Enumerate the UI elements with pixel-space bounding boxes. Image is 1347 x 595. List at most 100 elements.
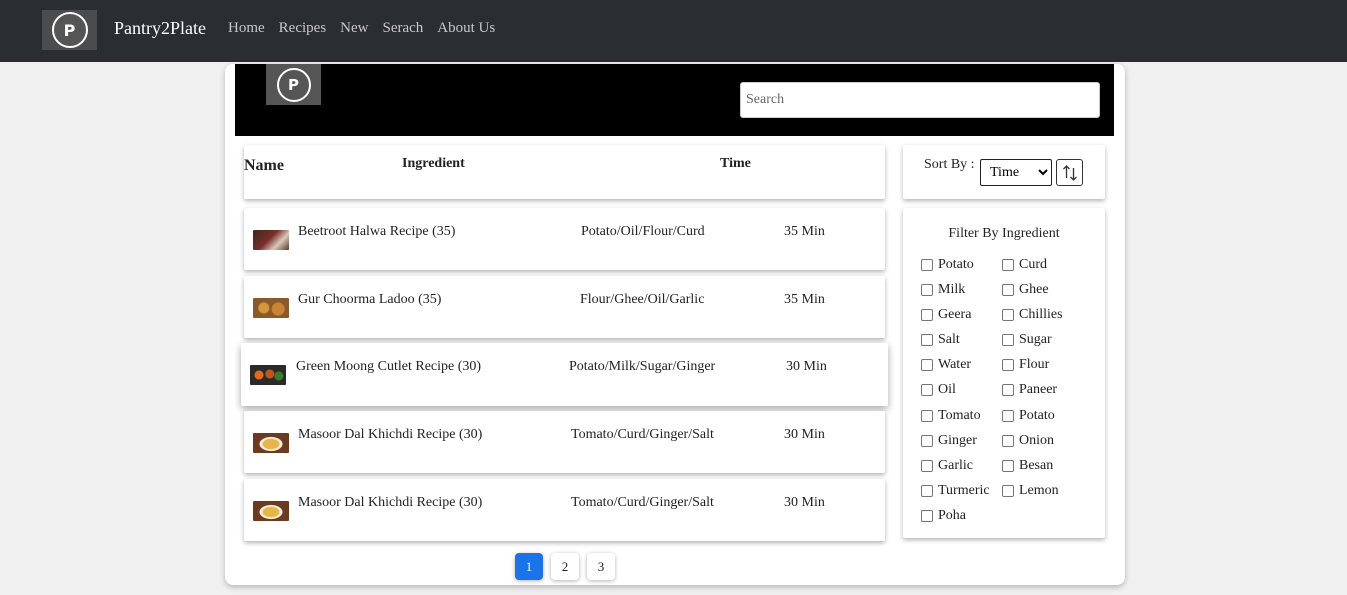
checkbox[interactable] (1002, 410, 1014, 422)
filter-checkbox-turmeric[interactable]: Turmeric (921, 483, 990, 499)
filter-label: Flour (1019, 357, 1050, 372)
checkbox[interactable] (921, 384, 933, 396)
filter-checkbox-lemon[interactable]: Lemon (1002, 483, 1059, 499)
filter-label: Potato (1019, 408, 1055, 423)
checkbox[interactable] (1002, 309, 1014, 321)
filter-checkbox-besan[interactable]: Besan (1002, 458, 1053, 474)
recipe-name: Masoor Dal Khichdi Recipe (30) (298, 495, 483, 510)
sort-select[interactable]: Time (980, 159, 1052, 186)
sort-panel: Sort By : Time (903, 145, 1105, 199)
recipe-name: Masoor Dal Khichdi Recipe (30) (298, 427, 483, 442)
hero-banner: P (235, 64, 1114, 136)
sort-label: Sort By : (924, 157, 975, 172)
checkbox[interactable] (1002, 485, 1014, 497)
filter-checkbox-ginger[interactable]: Ginger (921, 433, 977, 449)
filter-checkbox-potato[interactable]: Potato (921, 257, 974, 273)
logo-icon: P (276, 67, 311, 102)
filter-checkbox-chillies[interactable]: Chillies (1002, 307, 1063, 323)
filter-label: Salt (938, 332, 960, 347)
checkbox[interactable] (1002, 384, 1014, 396)
sort-order-button[interactable] (1056, 159, 1083, 186)
checkbox[interactable] (921, 410, 933, 422)
nav-link-about[interactable]: About Us (437, 20, 495, 37)
filter-label: Oil (938, 382, 956, 397)
recipe-time: 30 Min (786, 359, 827, 374)
filter-checkbox-water[interactable]: Water (921, 357, 971, 373)
page-button-2[interactable]: 2 (551, 553, 579, 580)
filter-checkbox-oil[interactable]: Oil (921, 382, 956, 398)
checkbox[interactable] (1002, 284, 1014, 296)
nav-link-new[interactable]: New (340, 20, 368, 37)
filter-checkbox-onion[interactable]: Onion (1002, 433, 1054, 449)
filter-label: Milk (938, 282, 966, 297)
recipe-name: Beetroot Halwa Recipe (35) (298, 224, 456, 239)
logo-icon: P (51, 12, 88, 48)
checkbox[interactable] (921, 485, 933, 497)
nav-link-search[interactable]: Serach (382, 20, 423, 37)
checkbox[interactable] (921, 309, 933, 321)
filter-checkbox-potato-2[interactable]: Potato (1002, 408, 1055, 424)
checkbox[interactable] (921, 334, 933, 346)
recipe-time: 30 Min (784, 495, 825, 510)
brand-name[interactable]: Pantry2Plate (114, 18, 206, 39)
recipe-thumbnail (253, 501, 289, 521)
filter-checkbox-geera[interactable]: Geera (921, 307, 971, 323)
recipe-time: 35 Min (784, 292, 825, 307)
filter-title: Filter By Ingredient (948, 226, 1060, 241)
main-card: P Name Ingredient Time Beetroot Halwa Re… (225, 64, 1125, 585)
filter-checkbox-flour[interactable]: Flour (1002, 357, 1049, 373)
filter-label: Poha (938, 508, 966, 523)
filter-checkbox-milk[interactable]: Milk (921, 282, 965, 298)
brand-logo[interactable]: P (42, 10, 97, 50)
checkbox[interactable] (1002, 460, 1014, 472)
header-time: Time (720, 156, 751, 171)
recipe-name: Gur Choorma Ladoo (35) (298, 292, 442, 307)
filter-checkbox-poha[interactable]: Poha (921, 508, 966, 524)
pagination: 1 2 3 (515, 553, 615, 580)
filter-checkbox-ghee[interactable]: Ghee (1002, 282, 1049, 298)
checkbox[interactable] (921, 460, 933, 472)
table-header: Name Ingredient Time (244, 145, 885, 199)
filter-checkbox-sugar[interactable]: Sugar (1002, 332, 1052, 348)
page-button-1[interactable]: 1 (515, 553, 543, 580)
checkbox[interactable] (1002, 435, 1014, 447)
checkbox[interactable] (921, 259, 933, 271)
recipe-thumbnail (253, 298, 289, 318)
filter-checkbox-tomato[interactable]: Tomato (921, 408, 981, 424)
filter-checkbox-salt[interactable]: Salt (921, 332, 960, 348)
recipe-row[interactable]: Masoor Dal Khichdi Recipe (30) Tomato/Cu… (244, 479, 885, 541)
filter-checkbox-garlic[interactable]: Garlic (921, 458, 973, 474)
filter-label: Water (938, 357, 972, 372)
recipe-name: Green Moong Cutlet Recipe (30) (296, 359, 482, 374)
recipe-row[interactable]: Masoor Dal Khichdi Recipe (30) Tomato/Cu… (244, 411, 885, 473)
filter-checkbox-curd[interactable]: Curd (1002, 257, 1047, 273)
recipe-thumbnail (250, 365, 286, 385)
filter-label: Paneer (1019, 382, 1058, 397)
recipe-ingredients: Potato/Oil/Flour/Curd (581, 224, 705, 239)
filter-label: Ginger (938, 433, 977, 448)
filter-label: Garlic (938, 458, 973, 473)
nav-link-home[interactable]: Home (228, 20, 265, 37)
recipe-ingredients: Flour/Ghee/Oil/Garlic (580, 292, 705, 307)
checkbox[interactable] (921, 359, 933, 371)
recipe-row[interactable]: Beetroot Halwa Recipe (35) Potato/Oil/Fl… (244, 208, 885, 270)
recipe-row[interactable]: Gur Choorma Ladoo (35) Flour/Ghee/Oil/Ga… (244, 276, 885, 338)
sort-arrows-icon (1062, 164, 1077, 181)
hero-logo: P (266, 64, 321, 105)
header-name: Name (244, 157, 284, 174)
recipe-row[interactable]: Green Moong Cutlet Recipe (30) Potato/Mi… (241, 343, 888, 406)
checkbox[interactable] (1002, 359, 1014, 371)
checkbox[interactable] (1002, 259, 1014, 271)
search-input[interactable] (740, 82, 1100, 118)
filter-label: Lemon (1019, 483, 1059, 498)
checkbox[interactable] (1002, 334, 1014, 346)
checkbox[interactable] (921, 284, 933, 296)
top-navbar: P Pantry2Plate Home Recipes New Serach A… (0, 0, 1347, 62)
checkbox[interactable] (921, 435, 933, 447)
header-ingredient: Ingredient (402, 156, 465, 171)
checkbox[interactable] (921, 510, 933, 522)
filter-checkbox-paneer[interactable]: Paneer (1002, 382, 1057, 398)
nav-link-recipes[interactable]: Recipes (279, 20, 326, 37)
page-button-3[interactable]: 3 (587, 553, 615, 580)
filter-label: Curd (1019, 257, 1047, 272)
